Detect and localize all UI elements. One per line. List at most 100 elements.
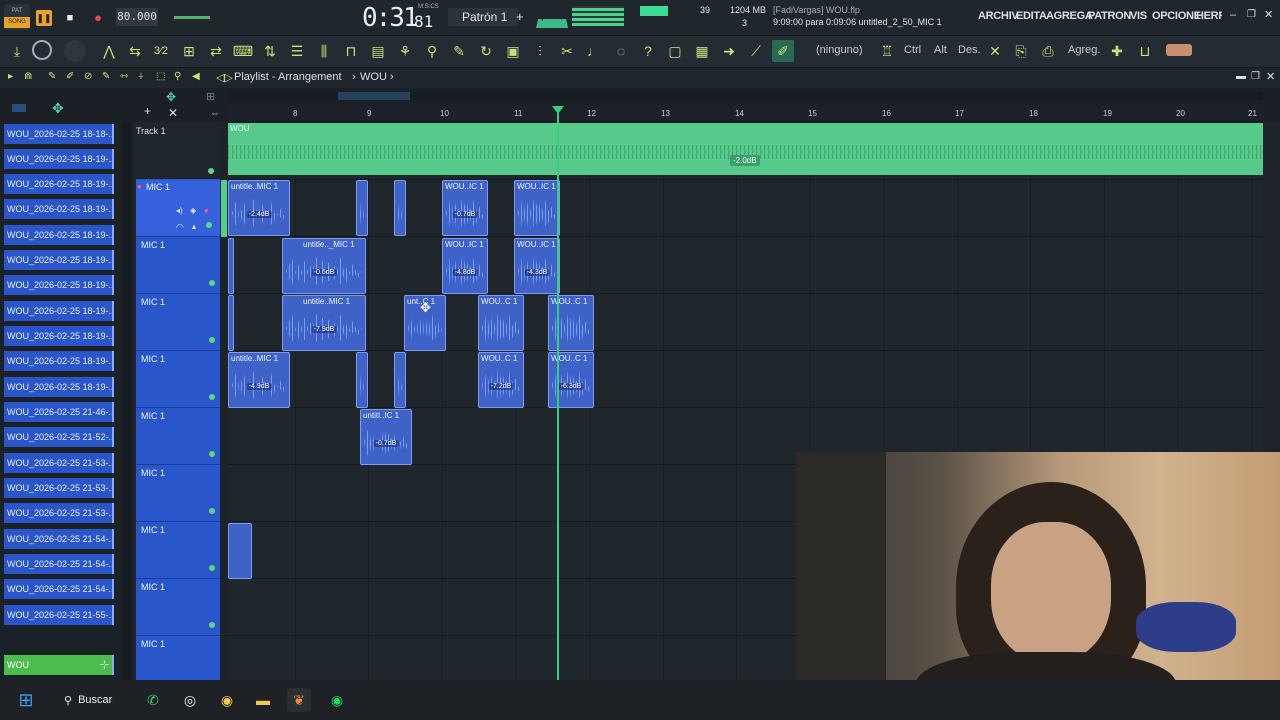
window-icon[interactable]: ▢ xyxy=(664,40,686,62)
browser-icon[interactable] xyxy=(12,104,26,112)
track-led-icon[interactable] xyxy=(209,622,215,628)
browser-item[interactable]: WOU_2026-02-25 21-54-... xyxy=(4,579,114,599)
refresh-icon[interactable]: ↻ xyxy=(475,40,497,62)
scissors-icon[interactable]: ✂ xyxy=(556,40,578,62)
delete-tool-icon[interactable]: ⊘ xyxy=(84,71,92,82)
file-explorer-icon[interactable]: ▬ xyxy=(251,688,275,712)
spotify-icon[interactable]: ◉ xyxy=(325,688,349,712)
snap-icon[interactable]: ⋀ xyxy=(98,40,120,62)
menu-vis[interactable]: VIS xyxy=(1130,10,1147,22)
pattern-selector[interactable]: Patrón 1 xyxy=(448,8,518,26)
track-header[interactable]: MIC 1 xyxy=(136,408,220,465)
track-led-icon[interactable] xyxy=(209,280,215,286)
track-led-icon[interactable] xyxy=(209,565,215,571)
menu-patron[interactable]: PATRON xyxy=(1088,10,1131,22)
obs-icon[interactable]: ◎ xyxy=(178,688,202,712)
blend-icon[interactable]: ⊞ xyxy=(178,40,200,62)
audio-clip[interactable] xyxy=(394,180,406,236)
browser-item[interactable]: WOU_2026-02-25 18-19-... xyxy=(4,275,114,295)
audio-clip-wou[interactable]: WOU -2.0dB xyxy=(228,123,1263,175)
playlist-minimize-icon[interactable]: ▬ xyxy=(1236,71,1246,82)
paint-icon[interactable]: ✐ xyxy=(66,71,74,82)
pan-icon[interactable]: ◈ xyxy=(190,206,196,215)
menu-opciones[interactable]: OPCIONE xyxy=(1152,10,1201,22)
browser-item[interactable]: WOU_2026-02-25 21-53-... xyxy=(4,478,114,498)
move-icon[interactable]: ✥ xyxy=(166,90,176,104)
save-icon[interactable]: ⤓ xyxy=(6,40,28,62)
link-icon[interactable]: ⇅ xyxy=(259,40,281,62)
mic-icon[interactable]: ♩ xyxy=(583,40,605,62)
audio-clip[interactable]: WOU..IC 1 -4.3dB xyxy=(514,238,560,294)
browser-item[interactable]: WOU_2026-02-25 18-19-... xyxy=(4,301,114,321)
track-led-icon[interactable] xyxy=(209,337,215,343)
arrow-icon[interactable]: ▸ xyxy=(8,71,13,82)
metronome-icon[interactable] xyxy=(32,40,52,60)
playlist-icon[interactable]: ☰ xyxy=(286,40,308,62)
arrow-right-icon[interactable]: ➜ xyxy=(718,40,740,62)
record-arm-icon[interactable]: ● xyxy=(137,182,142,191)
zoom-tool-icon[interactable]: ⚲ xyxy=(174,71,181,82)
channel-rack-icon[interactable]: ⊓ xyxy=(340,40,362,62)
audio-clip[interactable] xyxy=(228,523,252,579)
browser-item[interactable]: WOU_2026-02-25 21-54-... xyxy=(4,554,114,574)
track-1-header[interactable]: Track 1 xyxy=(136,122,220,179)
arm-icon[interactable]: ● xyxy=(204,206,209,215)
browser-item[interactable]: WOU_2026-02-25 18-19-... xyxy=(4,225,114,245)
paste-icon[interactable]: ⎙ xyxy=(1037,40,1059,62)
add-track-icon[interactable]: + xyxy=(144,104,151,118)
track-header[interactable]: MIC 1 xyxy=(136,636,220,680)
punch-icon[interactable]: ⇄ xyxy=(205,40,227,62)
chevron-up-icon[interactable]: ▴ xyxy=(192,222,196,231)
target-icon[interactable]: ✥ xyxy=(52,100,64,117)
audio-clip[interactable]: WOU..IC 1 -4.8dB xyxy=(442,238,488,294)
master-volume-slider[interactable] xyxy=(174,16,210,19)
playlist-menu-icon[interactable]: ◁▷ xyxy=(216,71,233,84)
headphones-icon[interactable]: ◠ xyxy=(176,222,184,233)
eq-icon[interactable]: ⫶ xyxy=(529,40,551,62)
paint-tool-icon[interactable]: ✐ xyxy=(772,40,794,62)
menu-herramientas[interactable]: HERRAMIENTA xyxy=(1196,10,1222,22)
browser-item-selected[interactable]: WOU ⊹ xyxy=(4,655,114,675)
plus-tool-icon[interactable]: ✚ xyxy=(1106,40,1128,62)
track-led-icon[interactable] xyxy=(209,394,215,400)
track-header[interactable]: MIC 1 xyxy=(136,351,220,408)
menu-archivo[interactable]: ARCHIV xyxy=(978,10,1019,22)
audio-clip[interactable]: untitle..MIC 1 -7.9dB xyxy=(282,295,366,351)
browser-item[interactable]: WOU_2026-02-25 21-46-... xyxy=(4,402,114,422)
copy-icon[interactable]: ⎘ xyxy=(1010,40,1032,62)
chat-icon[interactable]: ◌ xyxy=(610,40,632,62)
track-header[interactable]: ● MIC 1 ◂) ◈ ● ◠ ▴ xyxy=(136,180,220,237)
audio-clip[interactable] xyxy=(356,352,368,408)
audio-clip[interactable]: WOU..C 1 xyxy=(478,295,524,351)
track-header[interactable]: MIC 1 xyxy=(136,294,220,351)
audio-clip[interactable]: untitle..MIC 1 -2.4dB xyxy=(228,180,290,236)
remove-track-icon[interactable]: ✕ xyxy=(168,106,178,120)
magnet-icon[interactable]: ⋒ xyxy=(24,71,32,82)
playhead[interactable] xyxy=(557,108,559,680)
menu-agrega[interactable]: AGREGA xyxy=(1046,10,1093,22)
track-header[interactable]: MIC 1 xyxy=(136,465,220,522)
browser-item[interactable]: WOU_2026-02-25 21-55-... xyxy=(4,605,114,625)
keyboard-icon[interactable]: ▦ xyxy=(691,40,713,62)
add-pattern-icon[interactable]: + xyxy=(516,9,524,24)
whatsapp-icon[interactable]: ✆ xyxy=(141,688,165,712)
typing-keyboard-icon[interactable]: ⌨ xyxy=(232,40,254,62)
horizontal-scrollbar[interactable] xyxy=(228,92,1263,100)
audio-clip[interactable] xyxy=(356,180,368,236)
audio-clip[interactable] xyxy=(228,238,234,294)
taskbar-search[interactable]: ⚲ Buscar xyxy=(64,690,112,710)
grid-icon[interactable]: ⊞ xyxy=(206,90,215,103)
track-led-icon[interactable] xyxy=(209,508,215,514)
bell-icon[interactable]: ♖ xyxy=(876,40,898,62)
browser-scrollbar[interactable] xyxy=(122,122,132,680)
select-tool-icon[interactable]: ⬚ xyxy=(156,71,165,82)
browser-item[interactable]: WOU_2026-02-25 18-19-... xyxy=(4,149,114,169)
menu-edita[interactable]: EDITA xyxy=(1016,10,1047,22)
browser-item[interactable]: WOU_2026-02-25 18-19-... xyxy=(4,174,114,194)
browser-item[interactable]: WOU_2026-02-25 21-53-... xyxy=(4,503,114,523)
piano-roll-icon[interactable]: ▤ xyxy=(367,40,389,62)
audio-clip[interactable]: untitle..MIC 1 -4.9dB xyxy=(228,352,290,408)
record-button[interactable]: ● xyxy=(90,10,106,26)
chrome-icon[interactable]: ◉ xyxy=(215,688,239,712)
help-icon[interactable]: ? xyxy=(637,40,659,62)
